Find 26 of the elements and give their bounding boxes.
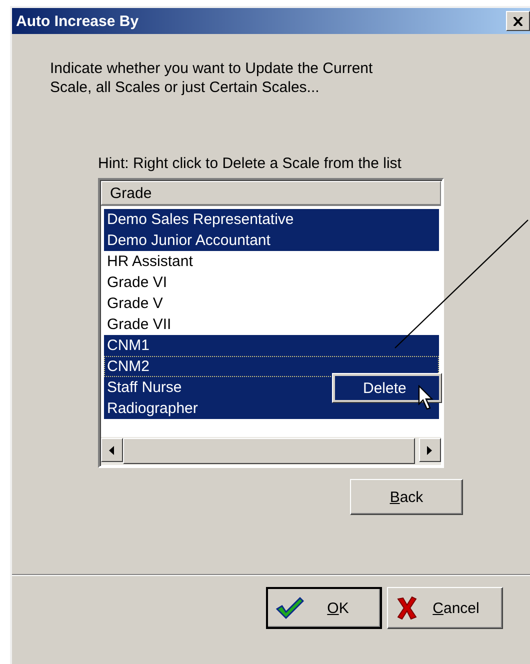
list-item[interactable]: Radiographer	[104, 398, 439, 419]
list-item[interactable]: Grade V	[104, 293, 439, 314]
list-item[interactable]: Demo Sales Representative	[104, 209, 439, 230]
checkmark-icon	[276, 596, 304, 620]
window-title: Auto Increase By	[16, 12, 139, 30]
close-button[interactable]	[506, 11, 530, 31]
scroll-left-button[interactable]	[101, 438, 123, 462]
menu-item[interactable]: Delete	[335, 376, 439, 400]
hint-text: Hint: Right click to Delete a Scale from the list	[98, 154, 402, 173]
list-item[interactable]: Grade VI	[104, 272, 439, 293]
list-item[interactable]: Demo Junior Accountant	[104, 230, 439, 251]
right-arrow-icon	[427, 446, 433, 454]
scroll-right-button[interactable]	[419, 438, 441, 462]
instruction-text: Indicate whether you want to Update the Current Scale, all Scales or just Certain Scales...	[50, 59, 374, 97]
ok-button[interactable]: OK	[266, 587, 382, 629]
list-item[interactable]: CNM2	[104, 356, 439, 377]
cancel-button[interactable]: Cancel	[387, 587, 503, 629]
cross-icon	[396, 596, 418, 620]
close-icon	[513, 16, 523, 26]
list-item[interactable]: Grade VII	[104, 314, 439, 335]
back-button[interactable]: Back	[350, 479, 463, 515]
scrollbar-thumb[interactable]	[123, 438, 415, 464]
list-item[interactable]: HR Assistant	[104, 251, 439, 272]
column-header[interactable]: Grade	[101, 181, 441, 205]
list-item[interactable]: CNM1	[104, 335, 439, 356]
left-arrow-icon	[109, 446, 115, 454]
